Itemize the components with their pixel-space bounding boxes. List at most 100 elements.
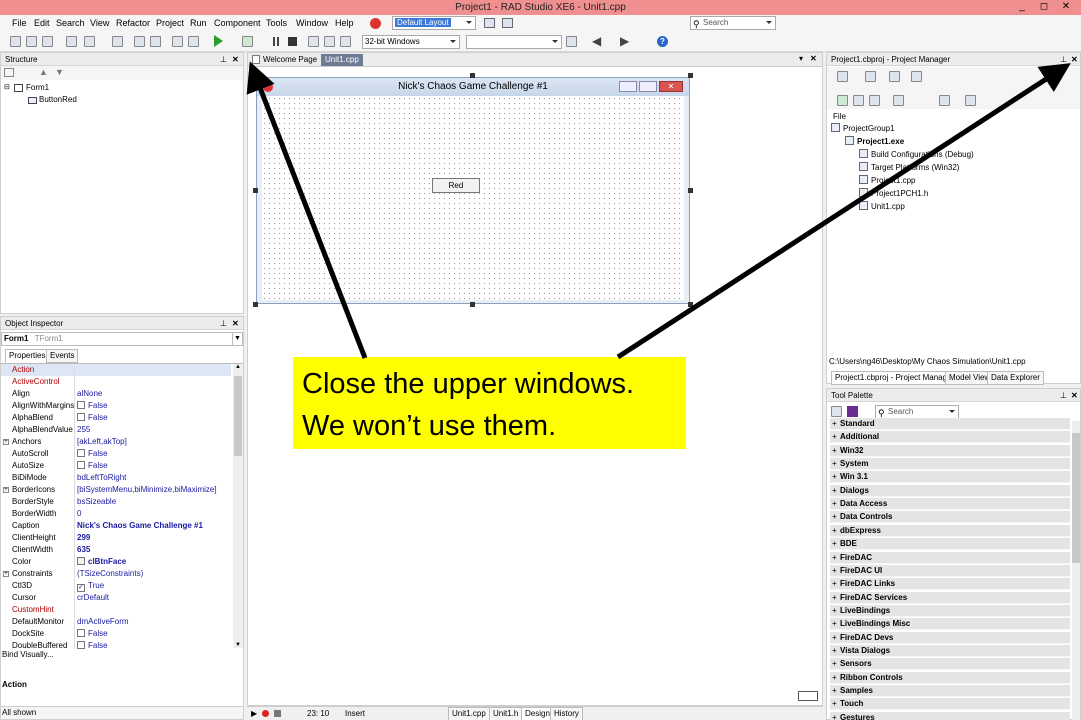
property-value[interactable]: 0 (77, 508, 81, 520)
form-preview-icon[interactable] (798, 691, 818, 701)
menu-component[interactable]: Component (214, 18, 261, 28)
palette-category[interactable]: dbExpress (830, 524, 1070, 537)
checkbox-icon[interactable] (77, 449, 85, 457)
back-arrow-icon[interactable]: ◀ (592, 34, 601, 48)
property-value[interactable]: ✓ True (77, 580, 104, 592)
expand-icon[interactable]: + (3, 571, 9, 577)
designer-form[interactable]: Nick's Chaos Game Challenge #1 ✕ Red (256, 77, 690, 304)
checkbox-icon[interactable] (77, 641, 85, 649)
property-value[interactable]: False (77, 400, 108, 412)
property-value[interactable]: 299 (77, 532, 90, 544)
forward-arrow-icon[interactable]: ▶ (620, 34, 629, 48)
project-tree-item[interactable]: Unit1.cpp (859, 201, 905, 211)
property-row[interactable]: Caption Nick's Chaos Game Challenge #1 (1, 520, 231, 532)
project-tree-item[interactable]: Project1PCH1.h (859, 188, 928, 198)
property-value[interactable]: crDefault (77, 592, 109, 604)
move-down-icon[interactable]: ▼ (55, 67, 64, 77)
view-icon[interactable] (911, 71, 922, 82)
save-icon[interactable] (112, 36, 123, 47)
property-row[interactable]: Cursor crDefault (1, 592, 231, 604)
palette-category[interactable]: FireDAC Services (830, 591, 1070, 604)
project-tree-item[interactable]: Project1.cpp (859, 175, 915, 185)
form-client-area[interactable]: Red (262, 96, 684, 300)
button-red[interactable]: Red (432, 178, 480, 193)
tab-welcome-page[interactable]: Welcome Page (263, 55, 317, 64)
property-row[interactable]: + Anchors [akLeft,akTop] (1, 436, 231, 448)
expand-icon[interactable] (4, 68, 14, 77)
open-project-icon[interactable] (84, 36, 95, 47)
sync-icon[interactable] (837, 95, 848, 106)
filter-icon[interactable] (847, 406, 858, 417)
pin-icon[interactable]: ⊥ (220, 53, 227, 66)
property-row[interactable]: Ctl3D ✓ True (1, 580, 231, 592)
close-button[interactable]: ✕ (1055, 0, 1077, 15)
property-value[interactable]: 635 (77, 544, 90, 556)
property-value[interactable]: Nick's Chaos Game Challenge #1 (77, 520, 203, 532)
stop-record-icon[interactable] (274, 710, 281, 717)
palette-category[interactable]: FireDAC UI (830, 564, 1070, 577)
selection-handle[interactable] (470, 302, 475, 307)
property-row[interactable]: BiDiMode bdLeftToRight (1, 472, 231, 484)
tab-properties[interactable]: Properties (5, 349, 50, 363)
property-row[interactable]: DefaultMonitor dmActiveForm (1, 616, 231, 628)
device-icon[interactable] (566, 36, 577, 47)
play-icon[interactable]: ▶ (251, 709, 257, 718)
step-over-icon[interactable] (324, 36, 335, 47)
help-icon[interactable]: ? (657, 36, 668, 47)
selection-handle[interactable] (253, 188, 258, 193)
expand-icon[interactable]: + (3, 439, 9, 445)
checkbox-icon[interactable] (77, 401, 85, 409)
sort-icon[interactable] (893, 95, 904, 106)
selection-handle[interactable] (688, 302, 693, 307)
property-row[interactable]: DockSite False (1, 628, 231, 640)
categories-icon[interactable] (831, 406, 842, 417)
close-tab-icon[interactable]: ✕ (810, 54, 817, 63)
run-icon[interactable] (214, 35, 223, 47)
palette-category[interactable]: FireDAC Devs (830, 631, 1070, 644)
palette-scrollbar[interactable] (1072, 421, 1080, 720)
new-items-icon[interactable] (66, 36, 77, 47)
checkbox-icon[interactable] (77, 461, 85, 469)
checkbox-icon[interactable] (77, 629, 85, 637)
property-value[interactable]: False (77, 448, 108, 460)
tab-unit1-cpp[interactable]: Unit1.cpp (321, 54, 363, 66)
tab-events[interactable]: Events (46, 349, 79, 363)
layout-combo[interactable]: Default Layout (392, 16, 476, 30)
menu-search[interactable]: Search (56, 18, 85, 28)
property-value[interactable]: (TSizeConstraints) (77, 568, 143, 580)
new-icon[interactable] (10, 36, 21, 47)
bind-visually-link[interactable]: Bind Visually... (2, 650, 54, 659)
minimize-button[interactable]: _ (1011, 0, 1033, 15)
project-tree-item[interactable]: Target Platforms (Win32) (859, 162, 959, 172)
expand-all-icon[interactable] (853, 95, 864, 106)
palette-category[interactable]: FireDAC Links (830, 578, 1070, 591)
structure-child[interactable]: ButtonRed (39, 95, 77, 104)
palette-category[interactable]: Data Controls (830, 511, 1070, 524)
property-value[interactable]: bsSizeable (77, 496, 116, 508)
property-value[interactable]: [biSystemMenu,biMinimize,biMaximize] (77, 484, 217, 496)
property-row[interactable]: AlphaBlendValue 255 (1, 424, 231, 436)
palette-category[interactable]: Standard (830, 418, 1070, 430)
tab-unit1-h[interactable]: Unit1.h (489, 707, 523, 720)
palette-category[interactable]: Dialogs (830, 484, 1070, 497)
palette-category[interactable]: FireDAC (830, 551, 1070, 564)
project-tree-item[interactable]: ProjectGroup1 (831, 123, 895, 133)
property-row[interactable]: BorderWidth 0 (1, 508, 231, 520)
menu-view[interactable]: View (90, 18, 109, 28)
scrollbar-thumb[interactable] (234, 376, 242, 456)
property-row[interactable]: Color clBtnFace (1, 556, 231, 568)
view-unit-icon[interactable] (134, 36, 145, 47)
palette-category[interactable]: Sensors (830, 658, 1070, 671)
palette-category[interactable]: Additional (830, 431, 1070, 444)
property-row[interactable]: BorderStyle bsSizeable (1, 496, 231, 508)
property-row[interactable]: + Constraints (TSizeConstraints) (1, 568, 231, 580)
property-row[interactable]: AlphaBlend False (1, 412, 231, 424)
palette-category[interactable]: System (830, 458, 1070, 471)
property-row[interactable]: Align alNone (1, 388, 231, 400)
palette-category[interactable]: Vista Dialogs (830, 644, 1070, 657)
view-form-icon[interactable] (150, 36, 161, 47)
save-desktop-icon[interactable] (484, 18, 495, 28)
pause-icon[interactable] (273, 37, 275, 46)
scrollbar-thumb[interactable] (1072, 433, 1080, 563)
palette-category[interactable]: Win32 (830, 444, 1070, 457)
